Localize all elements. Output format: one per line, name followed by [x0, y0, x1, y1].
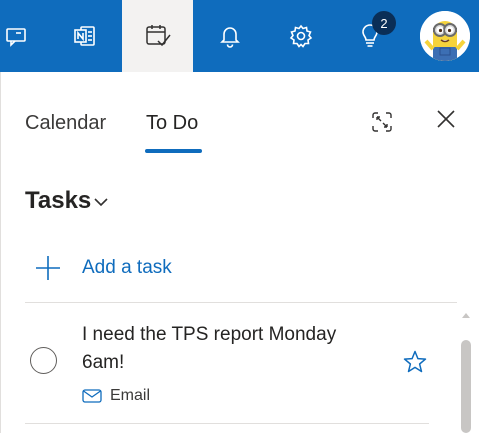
close-button[interactable]: [432, 105, 460, 133]
star-icon[interactable]: [402, 349, 428, 375]
scroll-up-arrow-icon[interactable]: [461, 311, 471, 319]
task-complete-checkbox[interactable]: [30, 347, 57, 374]
task-item[interactable]: I need the TPS report Monday 6am! Email: [25, 303, 433, 423]
tab-to-do[interactable]: To Do: [146, 112, 198, 135]
task-source: Email: [82, 385, 150, 407]
user-avatar-minion: [420, 11, 470, 61]
task-source-label: Email: [110, 387, 151, 404]
tips-button[interactable]: [340, 0, 400, 72]
divider: [25, 423, 429, 424]
chat-feedback-icon: [6, 28, 26, 47]
app-header-bar: 2: [0, 0, 479, 72]
avatar[interactable]: [420, 11, 470, 61]
settings-button[interactable]: [271, 0, 331, 72]
task-title: I need the TPS report Monday 6am!: [82, 324, 337, 373]
close-icon: [437, 110, 455, 128]
expand-icon: [372, 112, 392, 132]
pane-border: [0, 72, 1, 433]
my-day-button[interactable]: [122, 0, 193, 72]
chevron-down-icon[interactable]: [92, 193, 110, 211]
plus-icon: [36, 256, 60, 280]
selected-tab-indicator: [145, 149, 202, 153]
add-task-label: Add a task: [82, 257, 172, 278]
bell-icon: [220, 27, 240, 48]
mail-icon: [82, 389, 102, 403]
scrollbar-thumb[interactable]: [461, 340, 471, 433]
tasks-heading[interactable]: Tasks: [25, 187, 91, 215]
add-task-button[interactable]: Add a task: [34, 252, 454, 286]
calendar-check-icon: [145, 25, 171, 47]
notifications-button[interactable]: [200, 0, 260, 72]
feedback-button[interactable]: [0, 0, 46, 72]
onenote-icon: [74, 26, 95, 46]
tips-count-badge: 2: [372, 11, 396, 35]
onenote-button[interactable]: [55, 0, 115, 72]
gear-icon: [289, 24, 313, 48]
tab-calendar[interactable]: Calendar: [25, 112, 106, 135]
expand-button[interactable]: [368, 108, 396, 136]
